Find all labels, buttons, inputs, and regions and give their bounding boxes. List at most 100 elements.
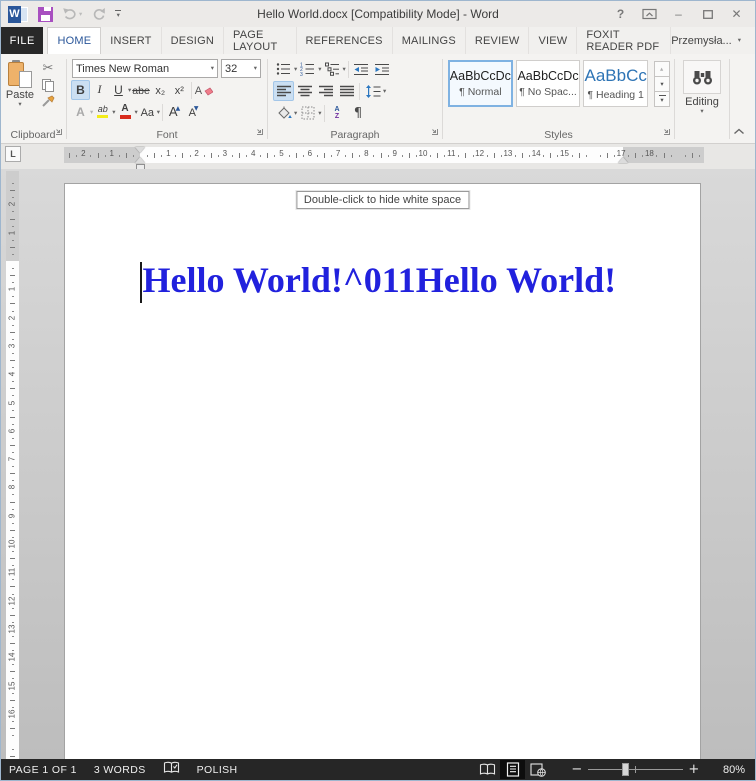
change-case-button[interactable]: Aa xyxy=(138,102,157,122)
hanging-indent-marker[interactable] xyxy=(135,157,145,163)
redo-icon[interactable] xyxy=(91,7,106,21)
page-count-status[interactable]: PAGE 1 OF 1 xyxy=(9,764,77,776)
font-color-button[interactable]: A xyxy=(116,102,135,122)
tab-references[interactable]: REFERENCES xyxy=(297,27,393,54)
tab-review[interactable]: REVIEW xyxy=(466,27,530,54)
proofing-status-icon[interactable] xyxy=(163,761,180,778)
paragraph-dialog-launcher-icon[interactable] xyxy=(430,123,439,141)
language-status[interactable]: POLISH xyxy=(197,764,238,776)
zoom-out-icon[interactable]: − xyxy=(568,762,586,777)
status-bar: PAGE 1 OF 1 3 WORDS POLISH − + 80% xyxy=(1,759,755,780)
shading-button[interactable] xyxy=(273,103,294,123)
superscript-button[interactable]: x² xyxy=(170,80,189,100)
underline-button[interactable]: U xyxy=(109,80,128,100)
borders-caret-icon[interactable]: ▾ xyxy=(318,110,321,117)
style-no-spacing[interactable]: AaBbCcDc ¶ No Spac... xyxy=(515,60,581,107)
editing-button[interactable] xyxy=(683,60,721,94)
highlight-color-button[interactable]: ab xyxy=(93,102,112,122)
ribbon-display-options-icon[interactable] xyxy=(635,3,664,25)
zoom-slider-thumb[interactable] xyxy=(622,763,629,776)
print-layout-view-icon[interactable] xyxy=(500,760,525,779)
paste-button[interactable]: Paste ▾ xyxy=(3,58,37,113)
tab-insert[interactable]: INSERT xyxy=(101,27,162,54)
first-line-indent-marker[interactable] xyxy=(135,147,145,153)
horizontal-ruler[interactable]: 2 1 1 2 3 4 5 6 7 8 9 10 11 12 13 14 15 17 18 xyxy=(64,147,704,170)
multilevel-list-button[interactable] xyxy=(322,59,343,79)
paragraph-group: ▾ 123 ▾ ▾ ▾ ▾ ▾ A Z ¶ Paragraph xyxy=(269,57,441,143)
align-left-button[interactable] xyxy=(273,81,294,101)
tab-view[interactable]: VIEW xyxy=(529,27,578,54)
line-spacing-button[interactable] xyxy=(362,81,383,101)
decrease-indent-button[interactable] xyxy=(351,59,372,79)
bullets-button[interactable] xyxy=(273,59,294,79)
strikethrough-button[interactable]: abe xyxy=(131,80,151,100)
borders-button[interactable] xyxy=(297,103,318,123)
undo-icon[interactable]: ▾ xyxy=(62,7,82,21)
grow-font-arrow-icon: ▲ xyxy=(175,105,181,112)
help-icon[interactable]: ? xyxy=(606,3,635,25)
minimize-icon[interactable]: – xyxy=(664,3,693,25)
tab-home[interactable]: HOME xyxy=(47,27,102,54)
style-heading-1[interactable]: AaBbCc ¶ Heading 1 xyxy=(583,60,648,107)
word-count-status[interactable]: 3 WORDS xyxy=(94,764,146,776)
highlight-yellow-bar xyxy=(97,114,109,119)
align-right-button[interactable] xyxy=(315,81,336,101)
tab-design[interactable]: DESIGN xyxy=(162,27,224,54)
user-account-menu[interactable]: Przemysła... ▾ xyxy=(671,27,755,54)
style-normal[interactable]: AaBbCcDc ¶ Normal xyxy=(448,60,513,107)
sort-button[interactable]: A Z xyxy=(327,103,348,123)
align-center-button[interactable] xyxy=(294,81,315,101)
clear-formatting-button[interactable]: A xyxy=(194,80,214,100)
bold-button[interactable]: B xyxy=(71,80,90,100)
copy-icon[interactable] xyxy=(42,79,54,92)
font-size-combo[interactable]: 32 ▾ xyxy=(221,59,261,78)
customize-qat-icon[interactable]: ▾ xyxy=(115,9,122,19)
text-effects-button[interactable]: A xyxy=(71,102,90,122)
read-mode-view-icon[interactable] xyxy=(475,760,500,779)
font-name-combo[interactable]: Times New Roman ▾ xyxy=(72,59,218,78)
paste-caret-icon: ▾ xyxy=(18,100,22,108)
tab-mailings[interactable]: MAILINGS xyxy=(393,27,466,54)
show-marks-pilcrow-button[interactable]: ¶ xyxy=(348,103,369,123)
font-dialog-launcher-icon[interactable] xyxy=(255,123,264,141)
word-logo-icon[interactable]: W xyxy=(8,5,29,23)
styles-scroll-down-icon[interactable]: ▾ xyxy=(654,76,670,92)
numbering-button[interactable]: 123 xyxy=(297,59,318,79)
document-page[interactable]: Double-click to hide white space Hello W… xyxy=(64,183,701,759)
line-spacing-caret-icon[interactable]: ▾ xyxy=(383,88,386,95)
zoom-in-icon[interactable]: + xyxy=(685,762,703,777)
tab-file[interactable]: FILE xyxy=(1,27,44,54)
editing-caret-icon[interactable]: ▾ xyxy=(700,108,703,115)
increase-indent-button[interactable] xyxy=(372,59,393,79)
web-layout-view-icon[interactable] xyxy=(525,760,550,779)
subscript-button[interactable]: x₂ xyxy=(151,80,170,100)
cut-icon[interactable]: ✂ xyxy=(43,61,54,76)
close-icon[interactable]: ✕ xyxy=(722,3,751,25)
clipboard-dialog-launcher-icon[interactable] xyxy=(54,123,63,141)
change-case-caret-icon[interactable]: ▾ xyxy=(157,109,160,116)
document-text-line: Hello World!^011Hello World! xyxy=(140,260,616,303)
maximize-icon[interactable] xyxy=(693,3,722,25)
grow-font-button[interactable]: A ▲ xyxy=(165,102,184,122)
font-size-caret-icon: ▾ xyxy=(253,64,257,73)
tab-foxit-reader-pdf[interactable]: FOXIT READER PDF xyxy=(577,27,672,54)
undo-caret-icon[interactable]: ▾ xyxy=(79,11,82,18)
word-window: W ▾ ▾ Hello World.docx [Compatibility Mo… xyxy=(0,0,756,781)
zoom-percentage[interactable]: 80% xyxy=(711,764,745,776)
format-painter-icon[interactable] xyxy=(41,95,55,113)
shrink-font-button[interactable]: A ▼ xyxy=(184,102,203,122)
styles-scroll-up-icon[interactable]: ▾ xyxy=(654,61,670,77)
save-icon[interactable] xyxy=(38,6,53,22)
tab-page-layout[interactable]: PAGE LAYOUT xyxy=(224,27,297,54)
collapse-ribbon-icon[interactable] xyxy=(733,122,745,140)
styles-dialog-launcher-icon[interactable] xyxy=(662,123,671,141)
multilevel-caret-icon[interactable]: ▾ xyxy=(343,66,346,73)
document-text[interactable]: Hello World!^011Hello World! xyxy=(143,260,617,301)
justify-button[interactable] xyxy=(336,81,357,101)
font-group: Times New Roman ▾ 32 ▾ B I U ▾ abe x₂ x²… xyxy=(68,57,266,143)
vertical-ruler[interactable]: 2 1 1 2 3 4 5 6 7 8 9 10 11 12 13 14 15 16 xyxy=(6,171,19,759)
styles-more-icon[interactable]: ▾ xyxy=(654,91,670,107)
zoom-slider-track[interactable] xyxy=(588,763,683,776)
italic-button[interactable]: I xyxy=(90,80,109,100)
tab-stop-selector[interactable]: L xyxy=(5,146,21,162)
